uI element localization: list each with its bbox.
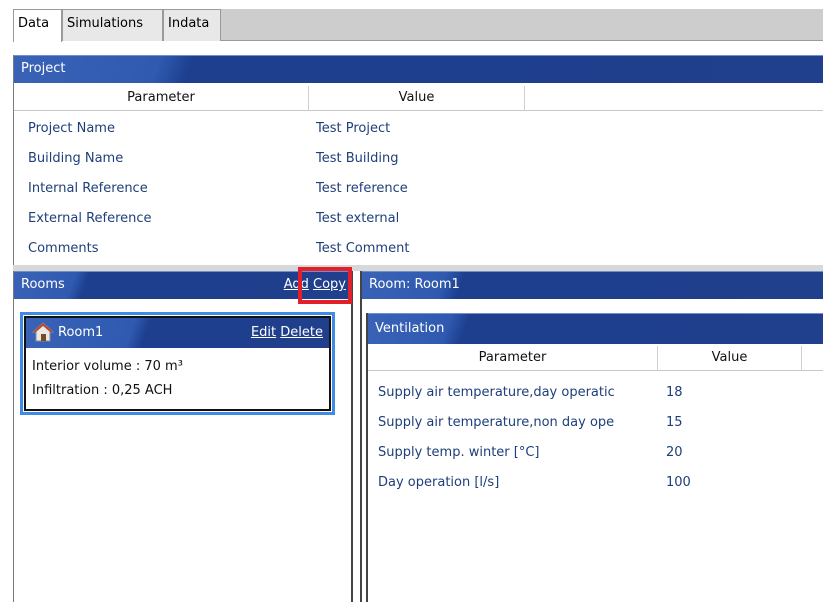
table-row[interactable]: Project Name Test Project [14,121,823,151]
table-row[interactable]: External Reference Test external [14,211,823,241]
project-value[interactable]: Test Building [316,151,398,166]
project-value[interactable]: Test external [316,211,399,226]
tab-simulations[interactable]: Simulations [62,9,163,41]
project-param: Building Name [28,151,124,166]
project-value[interactable]: Test Comment [316,241,409,256]
room-name: Room1 [58,325,104,340]
vent-value[interactable]: 15 [666,415,683,430]
table-row[interactable]: Internal Reference Test reference [14,181,823,211]
room-card-actions: Edit Delete [251,325,323,340]
table-row[interactable]: Supply air temperature,non day ope 15 [368,415,823,445]
delete-room-link[interactable]: Delete [280,325,323,340]
room-card[interactable]: Room1 Edit Delete Interior volume : 70 m… [20,312,335,415]
project-param: External Reference [28,211,152,226]
room-card-header: Room1 Edit Delete [26,318,329,348]
vent-param: Supply temp. winter [°C] [378,445,540,460]
table-row[interactable]: Building Name Test Building [14,151,823,181]
tab-simulations-label: Simulations [67,16,144,31]
vent-param: Supply air temperature,day operatic [378,385,615,400]
vent-value[interactable]: 20 [666,445,683,460]
project-col-value[interactable]: Value [309,90,524,105]
tab-indata-label: Indata [168,16,210,31]
copy-highlight-box [298,267,352,304]
vent-param: Supply air temperature,non day ope [378,415,615,430]
project-col-parameter[interactable]: Parameter [14,90,308,105]
table-row[interactable]: Supply air temperature,day operatic 18 [368,385,823,415]
project-header: Project [14,55,823,83]
project-table-header: Parameter Value [14,86,823,111]
room-detail-title: Room: Room1 [369,277,460,292]
room-infiltration: Infiltration : 0,25 ACH [32,383,173,398]
project-title: Project [21,61,66,76]
vent-param: Day operation [l/s] [378,475,500,490]
ventilation-header: Ventilation [368,313,823,344]
table-row[interactable]: Supply temp. winter [°C] 20 [368,445,823,475]
vent-value[interactable]: 18 [666,385,683,400]
room-detail-header: Room: Room1 [362,271,823,299]
tab-bar: Data Simulations Indata [13,9,823,42]
tab-data[interactable]: Data [13,9,62,42]
ventilation-title: Ventilation [375,321,445,336]
ventilation-table-header: Parameter Value [368,346,823,371]
tab-data-label: Data [18,16,50,31]
column-divider[interactable] [524,86,525,111]
vent-col-parameter[interactable]: Parameter [368,350,657,365]
project-param: Internal Reference [28,181,148,196]
ventilation-panel: Ventilation Parameter Value Supply air t… [366,313,823,602]
tab-indata[interactable]: Indata [163,9,221,41]
room-card-inner: Room1 Edit Delete Interior volume : 70 m… [24,316,331,411]
project-value[interactable]: Test Project [316,121,390,136]
rooms-title: Rooms [21,277,65,292]
column-divider[interactable] [801,346,802,371]
table-row[interactable]: Day operation [l/s] 100 [368,475,823,505]
project-param: Project Name [28,121,115,136]
room-interior-volume: Interior volume : 70 m³ [32,359,183,374]
vent-value[interactable]: 100 [666,475,691,490]
vent-col-value[interactable]: Value [658,350,801,365]
house-icon [32,322,54,342]
project-param: Comments [28,241,99,256]
project-value[interactable]: Test reference [316,181,408,196]
project-panel: Project Parameter Value Project Name Tes… [13,55,823,265]
edit-room-link[interactable]: Edit [251,325,276,340]
